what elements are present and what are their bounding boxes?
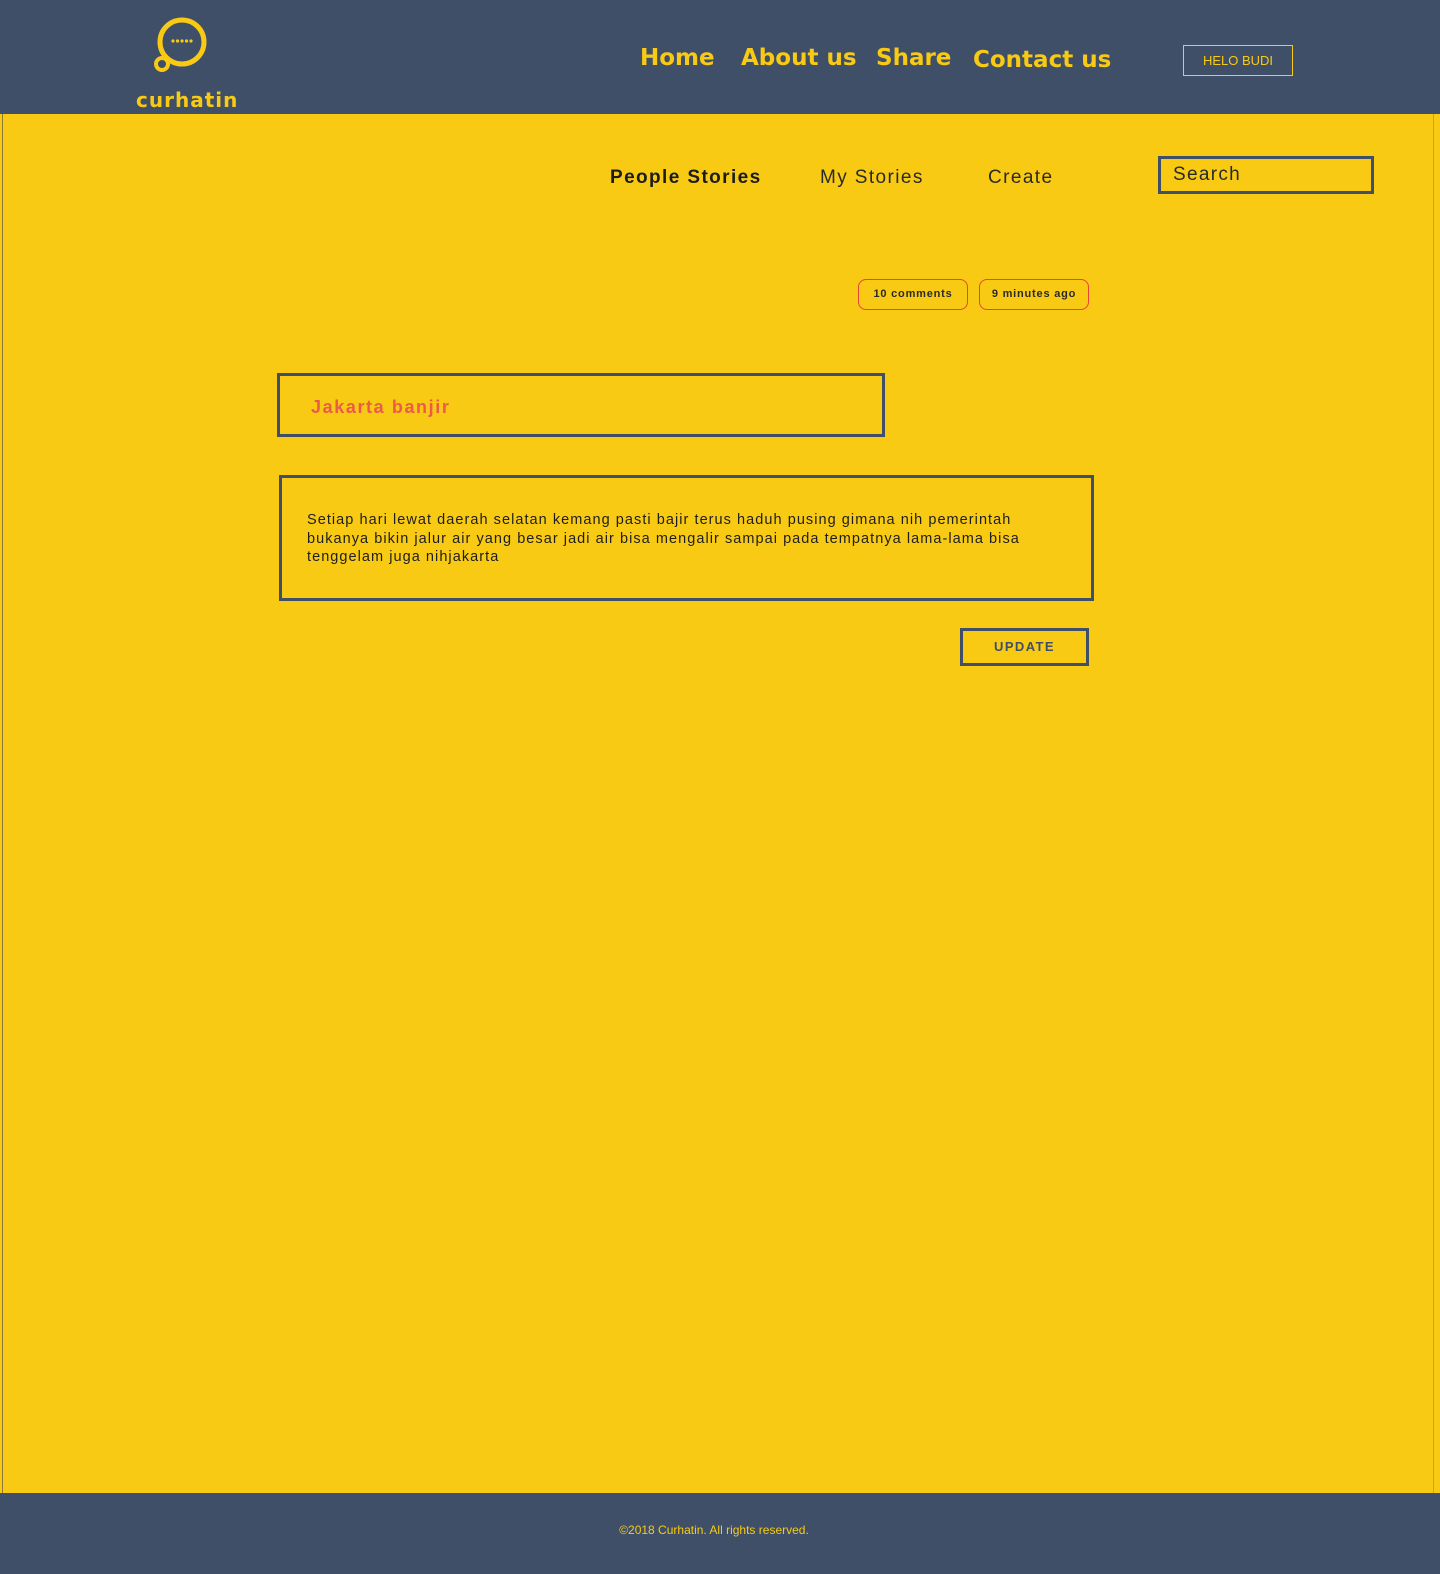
tab-my-stories[interactable]: My Stories [820,166,924,190]
tab-people-stories[interactable]: People Stories [610,166,762,190]
story-title-field[interactable]: Jakarta banjir [277,373,885,437]
story-title: Jakarta banjir [311,397,451,417]
nav-about-us[interactable]: About us [741,44,857,72]
search-box [1158,156,1374,194]
nav-share[interactable]: Share [876,44,951,72]
site-footer: ©2018 Curhatin. All rights reserved. [0,1493,1440,1574]
nav-home[interactable]: Home [640,44,715,72]
copyright-text: ©2018 Curhatin. All rights reserved. [619,1523,809,1537]
comments-count-badge[interactable]: 10 comments [858,279,968,310]
nav-contact-us[interactable]: Contact us [973,46,1111,74]
chat-bubble-icon [154,17,207,72]
site-header: curhatin Home About us Share Contact us … [0,0,1440,114]
logo[interactable]: curhatin [136,16,237,110]
story-body-field[interactable]: Setiap hari lewat daerah selatan kemang … [279,475,1094,601]
update-button[interactable]: UPDATE [960,628,1089,666]
content-area [2,114,1434,1493]
logo-text: curhatin [136,88,239,112]
search-input[interactable] [1161,159,1371,191]
user-greeting-button[interactable]: HELO BUDI [1183,45,1293,76]
timestamp-badge: 9 minutes ago [979,279,1089,310]
tab-create[interactable]: Create [988,166,1053,190]
story-body: Setiap hari lewat daerah selatan kemang … [307,512,1020,565]
